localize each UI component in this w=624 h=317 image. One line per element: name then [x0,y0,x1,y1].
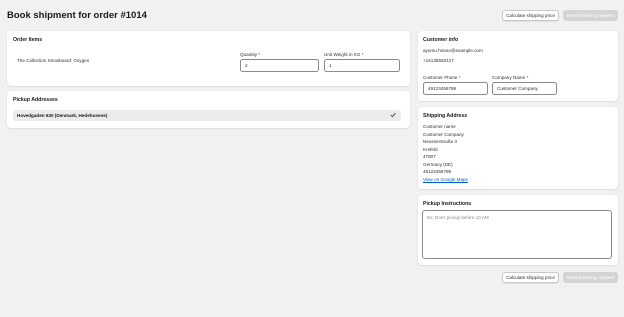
order-items-title: Order Items [13,37,43,43]
unit-weight-required-mark: * [361,52,364,57]
customer-info-title: Customer info [423,37,459,43]
company-name-label-text: Company Name [492,75,526,80]
page-title: Book shipment for order #1014 [7,10,147,21]
customer-email: ayumu.hirano@example.com [423,48,483,53]
shipping-address-card: Shipping Address Customer name Customer … [418,107,618,189]
company-name-label: Company Name * [492,75,528,80]
shipping-address-line: Customer Company [423,131,464,137]
quantity-label-text: Quantity [240,52,258,57]
product-name: The Collection Snowboard: Oxygen [17,58,90,63]
order-items-card: Order Items The Collection Snowboard: Ox… [7,31,410,86]
customer-phone-label: Customer Phone * [423,75,461,80]
company-name-required-mark: * [526,75,529,80]
shipping-address-line: Krefeld [423,146,438,152]
customer-phone-required-mark: * [458,75,461,80]
calculate-shipping-price-button[interactable]: Calculate shipping price [502,10,559,21]
shipping-address-title: Shipping Address [423,113,468,119]
send-booking-request-button[interactable]: Send booking request [563,10,618,21]
pickup-instructions-card: Pickup Instructions Ex: Don't pickup bef… [418,195,618,265]
shipping-address-line: Customer name [423,124,456,129]
customer-phone-label-text: Customer Phone [423,75,458,80]
shipping-address-line: 47807 [423,154,436,159]
quantity-required-mark: * [258,52,261,57]
footer-calculate-shipping-price-button[interactable]: Calculate shipping price [502,272,559,283]
quantity-label: Quantity * [240,52,260,57]
shipping-address-line: 49123456789 [423,169,452,174]
shipping-address-line: Germany (DE) [423,161,453,167]
pickup-address-option[interactable]: Hovedgaden 630 (Denmark, Hedehusene) [13,110,401,121]
customer-info-card: Customer info ayumu.hirano@example.com +… [418,31,618,101]
customer-phone-input[interactable]: 49123456789 [423,82,488,95]
company-name-input[interactable]: Customer Company [492,82,557,95]
unit-weight-input[interactable]: 1 [324,59,400,72]
pickup-instructions-title: Pickup Instructions [423,201,472,207]
shipping-address-line: Neusserstraße 3 [423,139,457,144]
checkmark-icon [390,113,396,117]
google-maps-link[interactable]: View on Google Maps [423,177,468,182]
footer-send-booking-request-button[interactable]: Send booking request [563,272,618,283]
unit-weight-label-text: Unit Weight in KG [324,52,361,57]
customer-phone-display: +16135550127 [423,58,454,63]
unit-weight-label: Unit Weight in KG * [324,52,364,57]
pickup-instructions-textarea[interactable]: Ex: Don't pickup before 10 AM [422,210,612,259]
pickup-addresses-title: Pickup Addresses [13,97,58,103]
pickup-address-label: Hovedgaden 630 (Denmark, Hedehusene) [17,113,108,118]
quantity-input[interactable]: 2 [240,59,319,72]
